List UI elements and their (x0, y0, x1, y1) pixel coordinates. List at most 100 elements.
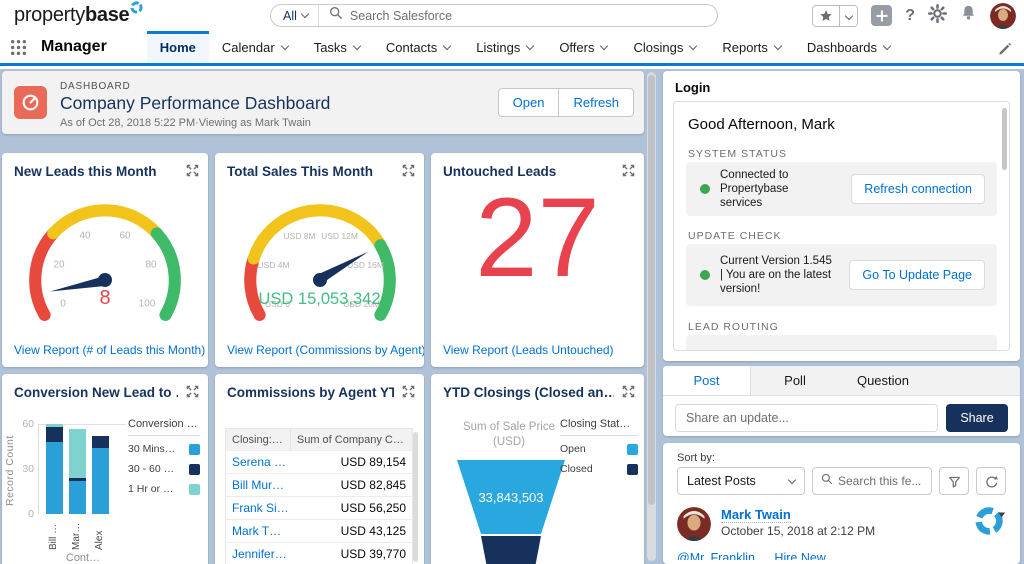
expand-icon[interactable] (402, 164, 415, 182)
app-launcher-icon[interactable] (10, 39, 27, 57)
chart-legend: Conversion … 30 Mins… 30 - 60 … 1 Hr or … (128, 418, 200, 503)
legend-item[interactable]: Open (560, 443, 638, 455)
y-tick: 60 (22, 418, 34, 430)
favorites-button[interactable] (812, 4, 859, 27)
expand-icon[interactable] (186, 385, 199, 403)
refresh-button[interactable]: Refresh (558, 88, 634, 117)
commissions-table: Closing:… Sum of Company C… Serena … USD … (225, 428, 413, 564)
legend-item[interactable]: 30 - 60 … (128, 463, 200, 475)
chevron-down-icon (882, 41, 892, 50)
legend-item[interactable]: 1 Hr or … (128, 483, 200, 495)
chevron-down-icon (600, 41, 609, 50)
table-row: Bill Mur… USD 82,845 (225, 473, 413, 497)
bar-segment[interactable] (92, 436, 109, 448)
status-green-dot (700, 270, 710, 280)
favorites-dropdown[interactable] (840, 5, 858, 26)
column-header[interactable]: Closing:… (225, 428, 291, 451)
agent-link[interactable]: Jennifer… (225, 542, 291, 564)
tab-question[interactable]: Question (839, 366, 927, 395)
tab-post[interactable]: Post (663, 366, 751, 395)
bar-segment[interactable] (46, 427, 63, 442)
filter-icon[interactable] (939, 467, 969, 495)
go-to-update-page-button[interactable]: Go To Update Page (849, 260, 985, 290)
setup-gear-icon[interactable] (928, 3, 947, 28)
table-row: Frank Si… USD 56,250 (225, 496, 413, 520)
app-navigation: Manager Home Calendar Tasks Contacts Listing… (0, 31, 1024, 66)
feed-widget: Sort by: Latest Posts Mark Twain Octob (663, 443, 1020, 564)
post-timestamp: October 15, 2018 at 2:12 PM (721, 524, 876, 538)
bar-1[interactable] (46, 424, 63, 514)
tab-home[interactable]: Home (146, 31, 210, 63)
refresh-connection-button[interactable]: Refresh connection (851, 174, 985, 204)
sort-dropdown[interactable]: Latest Posts (677, 467, 805, 495)
bar-3[interactable] (92, 436, 109, 514)
edit-pencil-icon[interactable] (997, 40, 1012, 60)
tab-contacts[interactable]: Contacts (373, 31, 463, 63)
share-update-input[interactable] (675, 404, 938, 432)
global-actions-icon[interactable] (871, 5, 893, 26)
x-axis-labels: Bill … Mar… Alex (45, 516, 108, 550)
metric-value: 27 (475, 175, 600, 300)
dashboard-panel: DASHBOARD Company Performance Dashboard … (0, 69, 658, 564)
main-content: DASHBOARD Company Performance Dashboard … (0, 69, 1024, 564)
tab-poll[interactable]: Poll (751, 366, 839, 395)
dashboard-icon (14, 86, 47, 119)
post-author-link[interactable]: Mark Twain (721, 507, 791, 523)
tab-reports[interactable]: Reports (709, 31, 794, 63)
refresh-feed-icon[interactable] (976, 467, 1006, 495)
view-report-link[interactable]: View Report (Commissions by Agent) (227, 343, 424, 357)
open-button[interactable]: Open (497, 88, 559, 117)
expand-icon[interactable] (622, 385, 635, 403)
legend-swatch (627, 463, 638, 475)
tab-dashboards[interactable]: Dashboards (794, 31, 903, 63)
bar-segment[interactable] (46, 442, 63, 514)
feed-search-input[interactable] (838, 474, 931, 488)
funnel-segment-value: 33,843,503 (478, 490, 544, 505)
search-scope-dropdown[interactable]: All (271, 5, 319, 26)
gauge-tick-label: USD 4M (257, 260, 290, 270)
bar-2[interactable] (69, 428, 86, 514)
user-avatar[interactable] (990, 2, 1016, 29)
commission-value: USD 43,125 (290, 519, 413, 543)
agent-link[interactable]: Frank Si… (225, 496, 291, 520)
dashboard-header: DASHBOARD Company Performance Dashboard … (2, 71, 644, 134)
agent-link[interactable]: Bill Mur… (225, 473, 291, 497)
feed-post: Mark Twain October 15, 2018 at 2:12 PM (677, 505, 1008, 545)
bar-plot: 60 30 0 (22, 418, 126, 520)
gauge-tick-label: 20 (53, 259, 65, 271)
view-report-link[interactable]: View Report (Leads Untouched) (443, 343, 614, 357)
post-author-avatar[interactable] (677, 507, 711, 541)
legend-item[interactable]: Closed (560, 463, 638, 475)
card-conversion: Conversion New Lead to … Record Count 60… (2, 374, 208, 564)
expand-icon[interactable] (186, 164, 199, 182)
bar-segment[interactable] (69, 428, 86, 478)
feed-search (812, 467, 932, 495)
post-preview-clipped[interactable]: @Mr. Franklin … Hire New … (677, 551, 842, 560)
agent-link[interactable]: Mark T… (225, 519, 291, 543)
notifications-bell-icon[interactable] (960, 4, 977, 27)
bar-segment[interactable] (92, 448, 109, 514)
login-scrollbar[interactable] (1002, 108, 1007, 170)
x-tick-label: Bill … (48, 523, 59, 550)
column-header[interactable]: Sum of Company C… (290, 428, 413, 451)
tab-listings[interactable]: Listings (463, 31, 546, 63)
agent-link[interactable]: Serena … (225, 450, 291, 474)
star-icon[interactable] (813, 5, 841, 26)
tab-calendar[interactable]: Calendar (209, 31, 301, 63)
help-icon[interactable]: ? (905, 7, 915, 25)
update-check-box: Current Version 1.545 | You are on the l… (686, 244, 997, 306)
view-report-link[interactable]: View Report (# of Leads this Month) (14, 343, 205, 357)
search-input[interactable] (349, 8, 717, 23)
post-topic-icon[interactable] (974, 505, 1006, 542)
tab-tasks[interactable]: Tasks (301, 31, 373, 63)
x-axis-title: Cont… (65, 552, 101, 564)
tab-offers[interactable]: Offers (546, 31, 620, 63)
legend-item[interactable]: 30 Mins… (128, 443, 200, 455)
table-scrollbar[interactable] (413, 432, 418, 562)
share-button[interactable]: Share (946, 404, 1008, 432)
y-tick: 0 (28, 508, 34, 520)
bar-segment[interactable] (69, 481, 86, 514)
dashboard-scrollbar[interactable] (647, 72, 656, 561)
tab-closings[interactable]: Closings (620, 31, 709, 63)
expand-icon[interactable] (402, 385, 415, 403)
